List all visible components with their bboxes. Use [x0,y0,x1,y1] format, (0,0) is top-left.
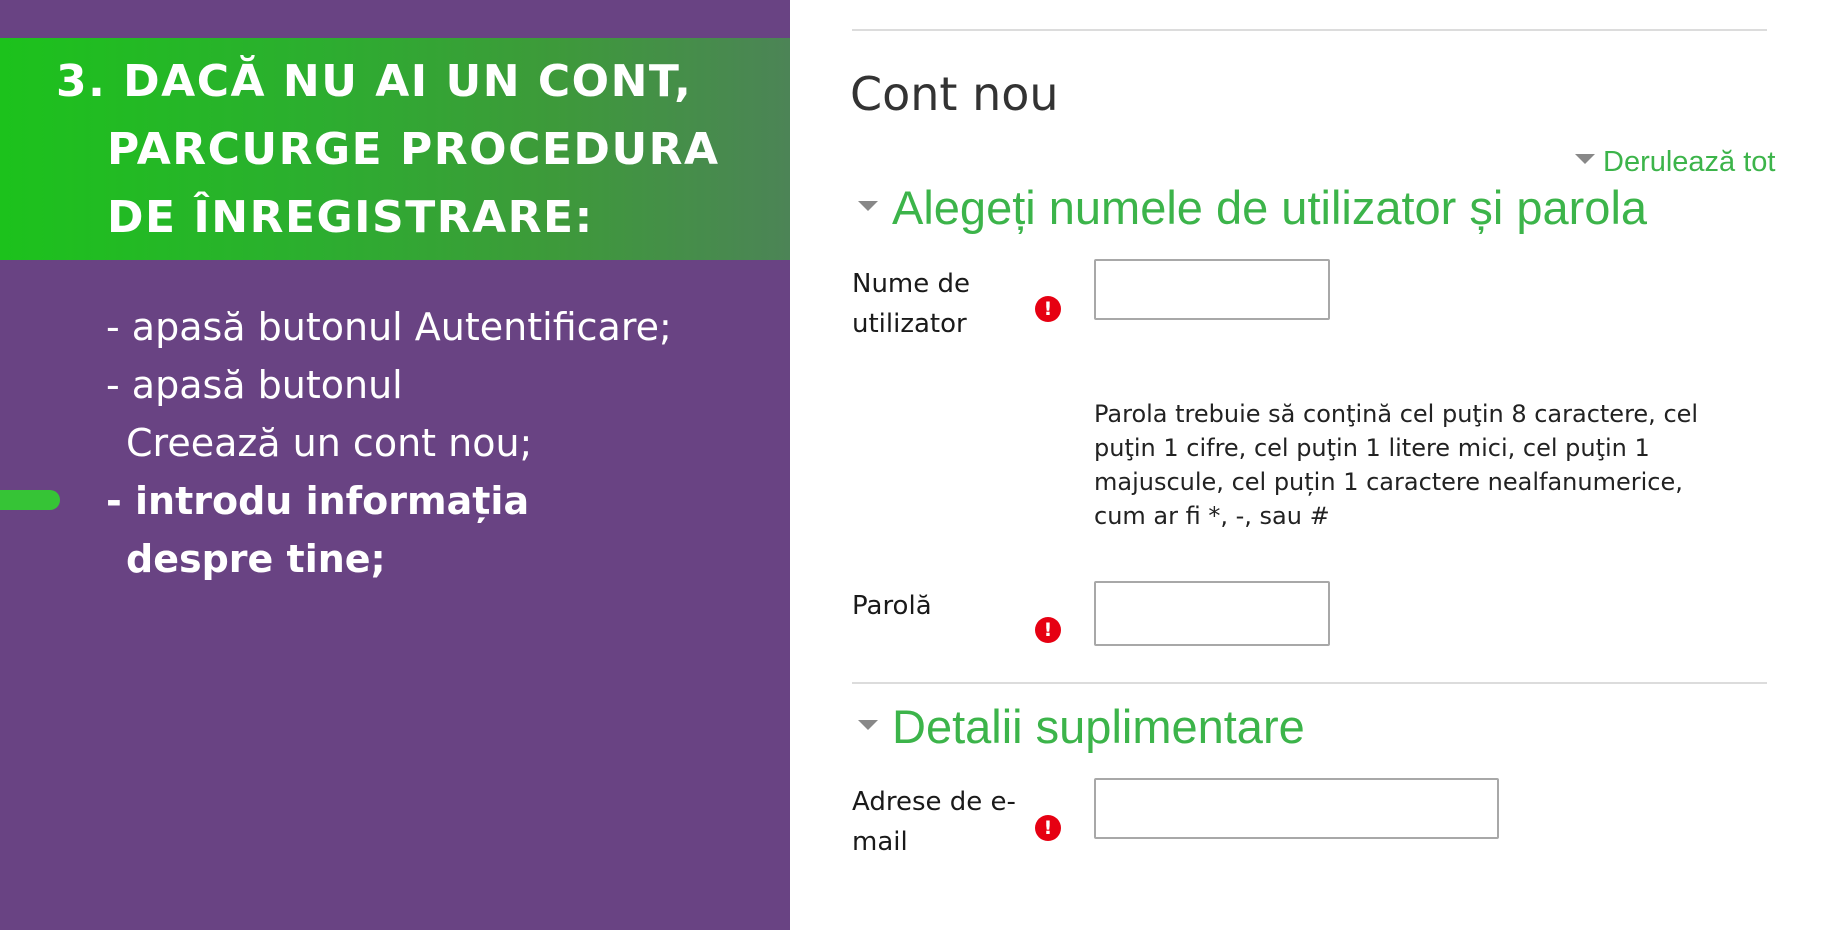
collapse-all-link[interactable]: Derulează tot [1575,146,1776,179]
heading-line-1: 3. DACĂ NU AI UN CONT, [56,56,693,107]
heading-line-2: PARCURGE PROCEDURA [107,124,720,175]
caret-down-icon [858,200,878,211]
required-icon: ! [1035,815,1061,841]
page-title: Cont nou [850,67,1059,121]
required-icon: ! [1035,617,1061,643]
step-heading: 3. DACĂ NU AI UN CONT, PARCURGE PROCEDUR… [56,48,720,252]
heading-line-3: DE ÎNREGISTRARE: [107,192,594,243]
password-policy-hint: Parola trebuie să conţină cel puţin 8 ca… [1094,400,1699,530]
email-input[interactable] [1094,778,1499,839]
signup-form-panel: Cont nou Derulează tot Alegeți numele de… [790,0,1836,930]
active-step-marker [0,490,60,510]
step-item-enter-info-cont: despre tine; [126,537,386,581]
top-divider [852,29,1767,31]
email-label-line-1: Adrese de e- [852,787,1016,817]
collapse-all-label: Derulează tot [1603,146,1776,178]
username-label-line-2: utilizator [852,309,967,339]
caret-down-icon [858,719,878,730]
steps-list: - apasă butonul Autentificare; - apasă b… [106,298,672,588]
section-header-additional-details[interactable]: Detalii suplimentare [858,699,1305,754]
step-item-enter-info: - introdu informația [106,479,530,523]
step-item-create-account: - apasă butonul [106,363,403,407]
section-title-additional-details: Detalii suplimentare [892,700,1305,753]
section-header-credentials[interactable]: Alegeți numele de utilizator și parola [858,180,1647,235]
step-item-create-account-cont: Creează un cont nou; [126,421,533,465]
email-label: Adrese de e- mail [852,782,1016,862]
section-divider [852,682,1767,684]
username-label: Nume de utilizator [852,264,970,344]
instructions-panel: 3. DACĂ NU AI UN CONT, PARCURGE PROCEDUR… [0,0,790,930]
required-icon: ! [1035,296,1061,322]
caret-down-icon [1575,154,1595,165]
slide-page: 3. DACĂ NU AI UN CONT, PARCURGE PROCEDUR… [0,0,1836,930]
section-title-credentials: Alegeți numele de utilizator și parola [892,181,1648,234]
password-label: Parolă [852,591,932,621]
step-item-login: - apasă butonul Autentificare; [106,305,672,349]
password-input[interactable] [1094,581,1330,646]
email-label-line-2: mail [852,827,908,857]
username-label-line-1: Nume de [852,269,971,299]
username-input[interactable] [1094,259,1330,320]
